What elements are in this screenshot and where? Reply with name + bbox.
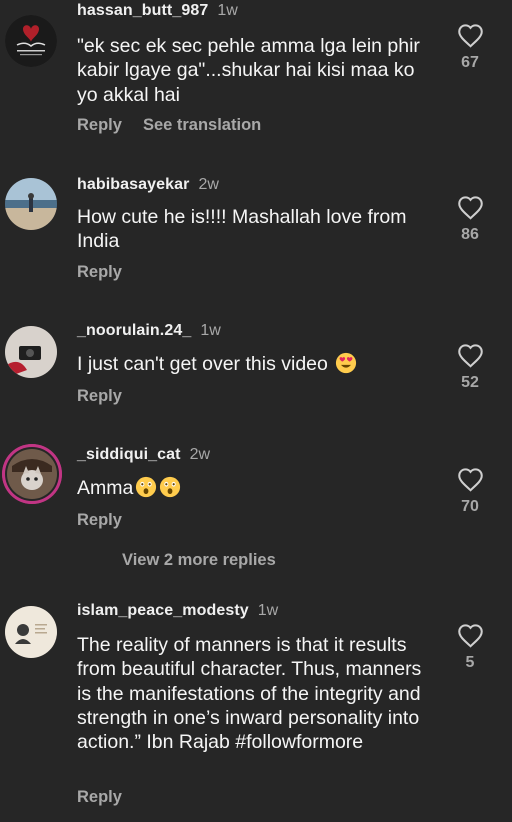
heart-outline-icon[interactable] [457, 623, 484, 648]
comment-text-content: I just can't get over this video [77, 353, 328, 375]
username[interactable]: _siddiqui_cat [77, 446, 181, 463]
comment-text: Amma [77, 476, 437, 500]
like-group: 5 [448, 623, 492, 672]
view-more-replies-button[interactable]: View 2 more replies [122, 551, 276, 570]
comment-text: "ek sec ek sec pehle amma lga lein phir … [77, 35, 420, 106]
comment-actions: Reply [77, 263, 122, 282]
like-count: 67 [461, 54, 479, 71]
see-translation-button[interactable]: See translation [143, 116, 261, 134]
username[interactable]: islam_peace_modesty [77, 602, 249, 619]
like-group: 70 [448, 467, 492, 516]
like-group: 86 [448, 195, 492, 244]
avatar[interactable] [5, 178, 57, 230]
reply-button[interactable]: Reply [77, 116, 122, 134]
timestamp: 2w [189, 446, 211, 463]
heart-outline-icon[interactable] [457, 343, 484, 368]
reply-button[interactable]: Reply [77, 788, 122, 806]
camera-photo-avatar-icon [5, 326, 57, 378]
heart-eyes-emoji-icon [336, 352, 357, 374]
timestamp: 1w [257, 602, 279, 619]
quote-card-avatar-icon [5, 606, 57, 658]
avatar[interactable] [5, 15, 57, 67]
timestamp: 1w [217, 2, 238, 19]
timestamp: 2w [198, 176, 219, 193]
calligraphy-logo-avatar-icon [5, 15, 57, 67]
like-count: 70 [461, 498, 479, 515]
comment-text: The reality of manners is that it result… [77, 634, 422, 754]
heart-outline-icon[interactable] [457, 23, 484, 48]
like-count: 5 [465, 654, 475, 671]
comment-text: How cute he is!!!! Mashallah love from I… [77, 206, 407, 253]
heart-outline-icon[interactable] [457, 195, 484, 220]
like-count: 52 [461, 374, 479, 391]
reply-button[interactable]: Reply [77, 387, 122, 405]
comment-actions: Reply See translation [77, 116, 261, 135]
username[interactable]: _noorulain.24_ [77, 322, 191, 339]
username[interactable]: habibasayekar [77, 176, 189, 193]
username[interactable]: hassan_butt_987 [77, 2, 208, 19]
comment-header: habibasayekar 2w [77, 176, 219, 194]
astonished-face-emoji-icon [136, 476, 157, 498]
comment-text-content: Amma [77, 477, 134, 499]
beach-photo-avatar-icon [5, 178, 57, 230]
reply-button[interactable]: Reply [77, 263, 122, 281]
avatar[interactable] [5, 606, 57, 658]
timestamp: 1w [200, 322, 221, 339]
like-count: 86 [461, 226, 479, 243]
heart-outline-icon[interactable] [457, 467, 484, 492]
reply-button[interactable]: Reply [77, 511, 122, 529]
like-group: 52 [448, 343, 492, 392]
comment-actions: Reply [77, 387, 122, 406]
avatar[interactable] [2, 444, 62, 504]
comment-text: I just can't get over this video [77, 352, 437, 376]
cat-photo-avatar-icon [2, 444, 62, 504]
astonished-face-emoji-icon [160, 476, 181, 498]
comment-header: _noorulain.24_ 1w [77, 322, 221, 340]
comment-header: islam_peace_modesty 1w [77, 602, 278, 620]
comment-actions: Reply [77, 511, 122, 530]
comment-header: hassan_butt_987 1w [77, 2, 238, 20]
like-group: 67 [448, 23, 492, 72]
comment-actions: Reply [77, 788, 122, 807]
comment-header: _siddiqui_cat 2w [77, 446, 210, 464]
avatar[interactable] [5, 326, 57, 378]
